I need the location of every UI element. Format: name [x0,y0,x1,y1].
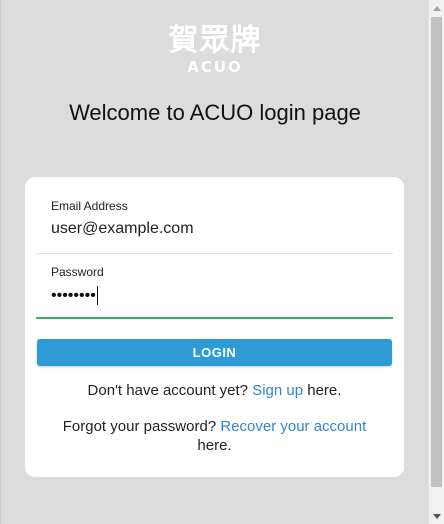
scroll-up-arrow-icon[interactable] [429,0,444,16]
recover-link[interactable]: Recover your account [220,418,366,435]
text-caret [96,286,98,305]
password-masked-value: •••••••• [51,286,96,304]
recover-prefix: Forgot your password? [62,418,217,435]
logo-english-text: ACUO [187,58,243,76]
email-field-group: Email Address [36,195,393,254]
scrollbar-thumb[interactable] [431,17,442,487]
signup-suffix: here. [307,382,342,399]
password-label: Password [51,265,104,279]
logo-chinese-text: 賀眾牌 [168,23,262,58]
email-field[interactable] [51,220,381,238]
signup-link[interactable]: Sign up [252,382,303,399]
password-field-group[interactable]: Password •••••••• [36,261,393,319]
login-card: Email Address Password •••••••• LOGIN Do… [25,177,404,477]
password-field[interactable]: •••••••• [51,286,98,305]
page-title: Welcome to ACUO login page [69,100,361,125]
acuo-logo: 賀眾牌 ACUO [1,23,429,76]
vertical-scrollbar[interactable] [428,0,444,524]
page-viewport: 賀眾牌 ACUO Welcome to ACUO login page Emai… [0,0,428,524]
recover-suffix: here. [197,437,232,454]
scroll-down-arrow-icon[interactable] [429,508,444,524]
recover-prompt: Forgot your password? Recover your accou… [25,417,404,455]
email-label: Email Address [51,199,128,213]
login-button[interactable]: LOGIN [37,339,392,366]
signup-prefix: Don't have account yet? [87,382,249,399]
signup-prompt: Don't have account yet? Sign up here. [25,382,404,399]
